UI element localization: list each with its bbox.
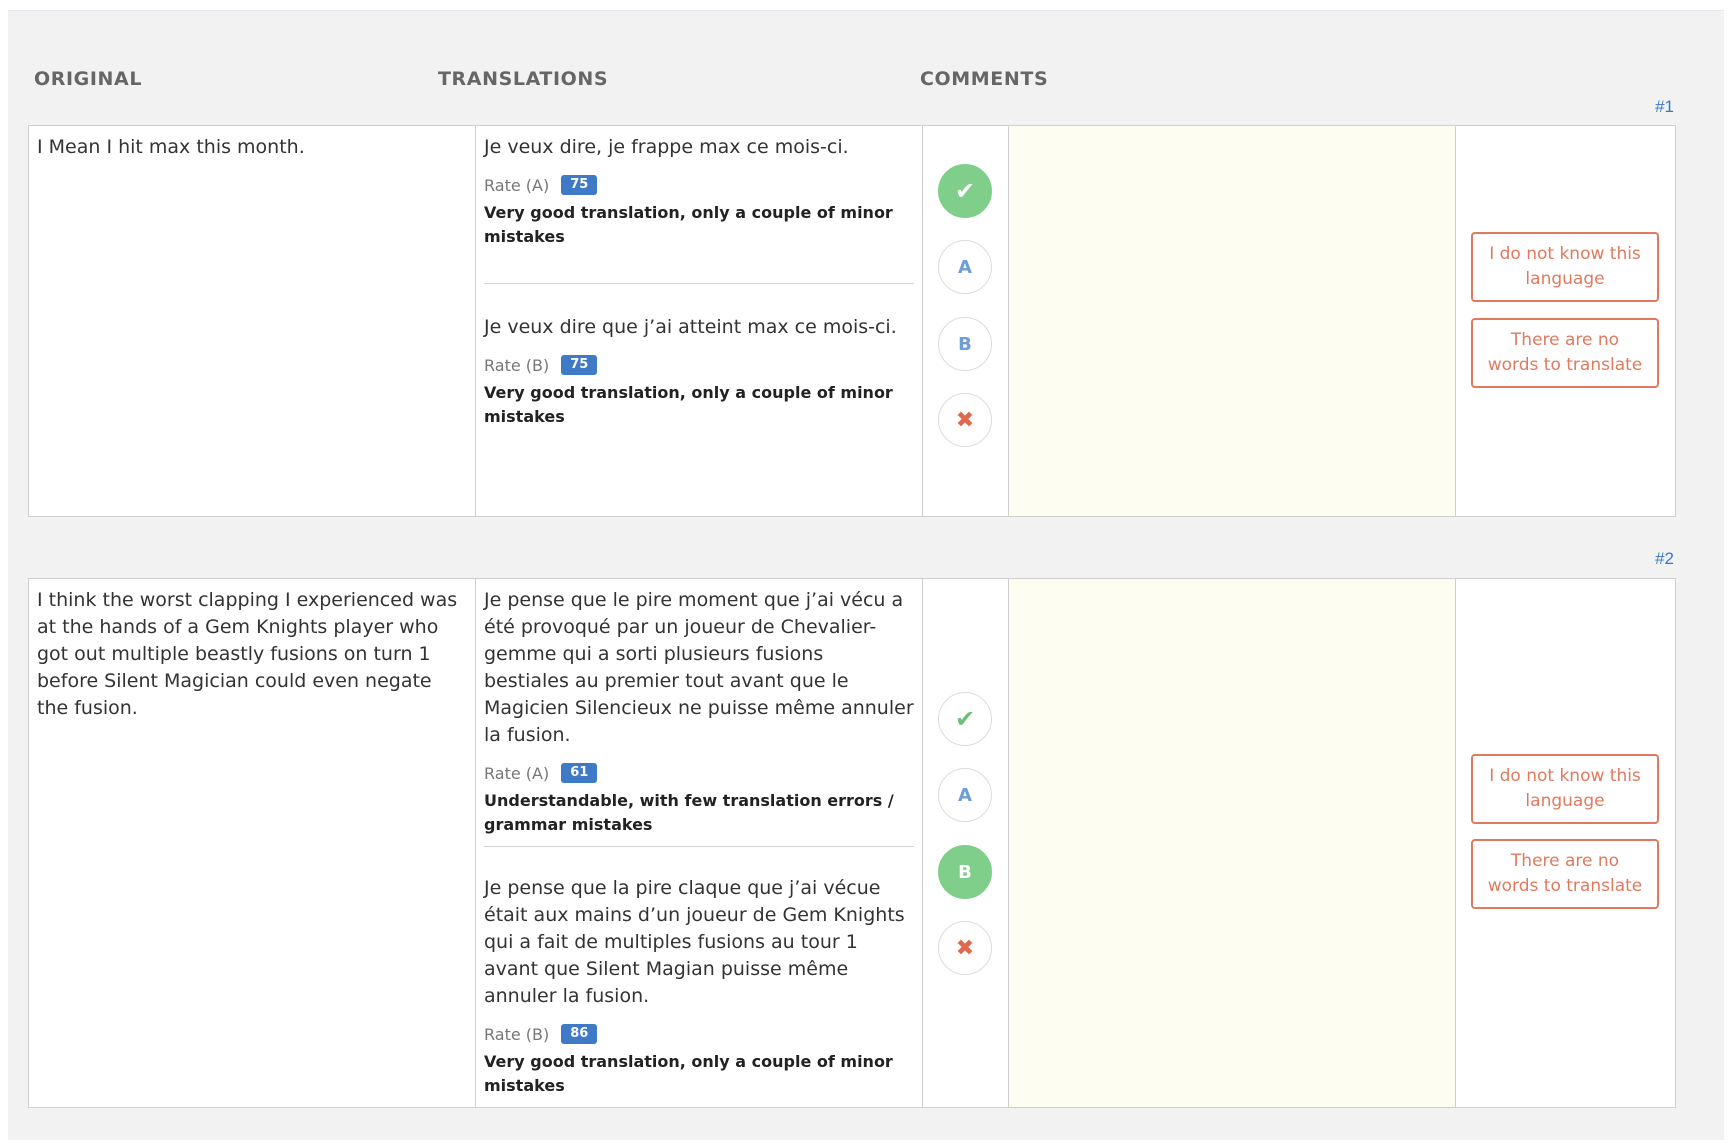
- rate-b-description: Very good translation, only a couple of …: [484, 383, 893, 426]
- prefer-b-button[interactable]: B: [938, 317, 992, 371]
- actions-cell: I do not know this language There are no…: [1456, 126, 1675, 516]
- accept-both-button[interactable]: ✔: [938, 692, 992, 746]
- translation-a-text: Je pense que le pire moment que j’ai véc…: [484, 589, 914, 746]
- header-original: ORIGINAL: [34, 68, 143, 90]
- unknown-language-button[interactable]: I do not know this language: [1471, 754, 1659, 824]
- comment-field[interactable]: [1009, 579, 1456, 1107]
- translation-b-text: Je veux dire que j’ai atteint max ce moi…: [484, 316, 897, 338]
- translation-divider: [484, 283, 914, 284]
- rate-a-score-badge: 75: [561, 175, 598, 195]
- reject-button[interactable]: ✖: [938, 921, 992, 975]
- review-panel: ORIGINAL TRANSLATIONS COMMENTS #1 I Mean…: [8, 10, 1724, 1140]
- check-icon: ✔: [954, 705, 976, 733]
- translation-b: Je veux dire que j’ai atteint max ce moi…: [484, 314, 914, 429]
- rate-a-label: Rate (A): [484, 175, 550, 195]
- prefer-a-button[interactable]: A: [938, 240, 992, 294]
- actions-cell: I do not know this language There are no…: [1456, 579, 1675, 1107]
- translations-cell: Je veux dire, je frappe max ce mois-ci. …: [476, 126, 923, 516]
- unknown-language-button[interactable]: I do not know this language: [1471, 232, 1659, 302]
- rate-a-label: Rate (A): [484, 763, 550, 783]
- no-words-button[interactable]: There are no words to translate: [1471, 839, 1659, 909]
- review-item-1: I Mean I hit max this month. Je veux dir…: [28, 125, 1676, 517]
- close-icon: ✖: [955, 407, 975, 433]
- item-number: #1: [1655, 97, 1674, 116]
- rate-a: Rate (A) 61: [484, 763, 914, 783]
- rate-a-score-badge: 61: [561, 763, 598, 783]
- translation-a-text: Je veux dire, je frappe max ce mois-ci.: [484, 136, 849, 158]
- reject-button[interactable]: ✖: [938, 393, 992, 447]
- translation-divider: [484, 846, 914, 847]
- prefer-b-button[interactable]: B: [938, 845, 992, 899]
- translation-a: Je veux dire, je frappe max ce mois-ci. …: [484, 134, 914, 249]
- rate-a-description: Very good translation, only a couple of …: [484, 203, 893, 246]
- close-icon: ✖: [955, 935, 975, 961]
- original-text: I Mean I hit max this month.: [37, 136, 305, 158]
- check-icon: ✔: [954, 177, 976, 205]
- choice-buttons: ✔ A B ✖: [923, 126, 1009, 516]
- item-number: #2: [1655, 549, 1674, 568]
- rate-b: Rate (B) 75: [484, 355, 914, 375]
- header-comments: COMMENTS: [920, 68, 1049, 90]
- translations-cell: Je pense que le pire moment que j’ai véc…: [476, 579, 923, 1107]
- original-cell: I think the worst clapping I experienced…: [29, 579, 476, 1107]
- choice-buttons: ✔ A B ✖: [923, 579, 1009, 1107]
- rate-b-description: Very good translation, only a couple of …: [484, 1052, 893, 1095]
- rate-a-description: Understandable, with few translation err…: [484, 791, 894, 834]
- accept-both-button[interactable]: ✔: [938, 164, 992, 218]
- rate-a: Rate (A) 75: [484, 175, 914, 195]
- no-words-button[interactable]: There are no words to translate: [1471, 318, 1659, 388]
- rate-b: Rate (B) 86: [484, 1024, 914, 1044]
- rate-b-score-badge: 75: [561, 355, 598, 375]
- comment-field[interactable]: [1009, 126, 1456, 516]
- translation-b-text: Je pense que la pire claque que j’ai véc…: [484, 877, 905, 1007]
- header-translations: TRANSLATIONS: [438, 68, 609, 90]
- rate-b-score-badge: 86: [561, 1024, 598, 1044]
- rate-b-label: Rate (B): [484, 1024, 550, 1044]
- rate-b-label: Rate (B): [484, 355, 550, 375]
- original-text: I think the worst clapping I experienced…: [37, 589, 458, 719]
- review-item-2: I think the worst clapping I experienced…: [28, 578, 1676, 1108]
- prefer-a-button[interactable]: A: [938, 768, 992, 822]
- original-cell: I Mean I hit max this month.: [29, 126, 476, 516]
- translation-b: Je pense que la pire claque que j’ai véc…: [484, 875, 914, 1098]
- translation-a: Je pense que le pire moment que j’ai véc…: [484, 587, 914, 837]
